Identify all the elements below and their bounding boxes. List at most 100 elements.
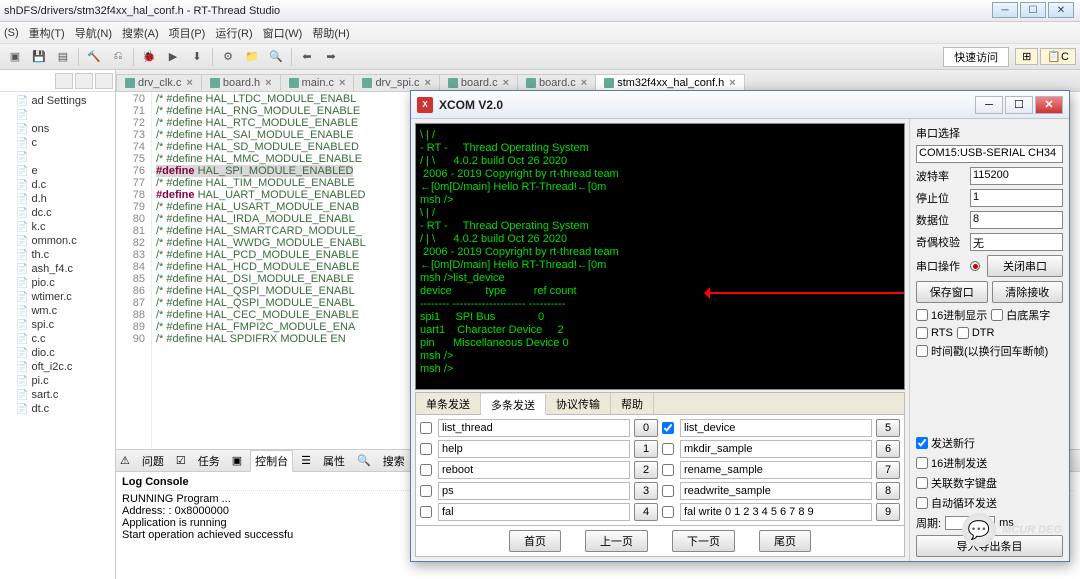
editor-tab[interactable]: main.c× <box>280 74 355 91</box>
editor-tab[interactable]: board.c× <box>517 74 596 91</box>
send-num-button[interactable]: 7 <box>876 461 900 479</box>
file-item[interactable]: ash_f4.c <box>2 262 113 276</box>
keypad-check[interactable]: 关联数字键盘 <box>916 475 1063 491</box>
file-item[interactable]: c <box>2 136 113 150</box>
save-window-button[interactable]: 保存窗口 <box>916 281 988 303</box>
row-check[interactable] <box>662 464 674 476</box>
tab-single-send[interactable]: 单条发送 <box>416 393 481 414</box>
hammer-icon[interactable]: 🔨 <box>83 47 105 67</box>
row-check[interactable] <box>662 443 674 455</box>
send-num-button[interactable]: 8 <box>876 482 900 500</box>
file-item[interactable]: pio.c <box>2 276 113 290</box>
close-tab-icon[interactable]: × <box>581 77 587 89</box>
white-bg-check[interactable]: 白底黑字 <box>991 307 1050 323</box>
file-item[interactable]: dc.c <box>2 206 113 220</box>
menu-icon[interactable] <box>95 73 113 89</box>
rts-check[interactable]: RTS <box>916 327 953 339</box>
cmd-input[interactable] <box>438 440 630 458</box>
send-num-button[interactable]: 6 <box>876 440 900 458</box>
row-check[interactable] <box>420 464 432 476</box>
xcom-maximize[interactable]: ☐ <box>1005 96 1033 114</box>
cmd-input[interactable] <box>680 482 872 500</box>
toolbar-btn[interactable]: ⬇ <box>186 47 208 67</box>
toolbar-btn[interactable]: 📁 <box>241 47 263 67</box>
page-next[interactable]: 下一页 <box>672 530 735 552</box>
file-item[interactable]: sart.c <box>2 388 113 402</box>
file-item[interactable]: dio.c <box>2 346 113 360</box>
menu-project[interactable]: 项目(P) <box>169 25 206 41</box>
tab-protocol[interactable]: 协议传输 <box>546 393 611 414</box>
tab-problems[interactable]: 问题 <box>138 451 168 471</box>
row-check[interactable] <box>420 443 432 455</box>
timestamp-check[interactable]: 时间戳(以换行回车断帧) <box>916 343 1063 359</box>
cmd-input[interactable] <box>680 461 872 479</box>
maximize-button[interactable]: ☐ <box>1020 2 1046 18</box>
row-check[interactable] <box>662 506 674 518</box>
file-item[interactable] <box>2 150 113 164</box>
file-item[interactable]: pi.c <box>2 374 113 388</box>
file-item[interactable]: spi.c <box>2 318 113 332</box>
editor-tab[interactable]: board.h× <box>201 74 281 91</box>
toolbar-btn[interactable]: ⚙ <box>217 47 239 67</box>
close-port-button[interactable]: 关闭串口 <box>987 255 1063 277</box>
row-check[interactable] <box>662 485 674 497</box>
close-tab-icon[interactable]: × <box>186 77 192 89</box>
file-item[interactable]: wtimer.c <box>2 290 113 304</box>
collapse-icon[interactable] <box>75 73 93 89</box>
tab-search[interactable]: 搜索 <box>379 451 409 471</box>
close-tab-icon[interactable]: × <box>339 77 345 89</box>
row-check[interactable] <box>420 422 432 434</box>
minimize-button[interactable]: ─ <box>992 2 1018 18</box>
row-check[interactable] <box>662 422 674 434</box>
run-icon[interactable]: ▶ <box>162 47 184 67</box>
toolbar-btn[interactable]: ▤ <box>52 47 74 67</box>
period-input[interactable] <box>945 516 995 530</box>
send-num-button[interactable]: 3 <box>634 482 658 500</box>
toolbar-btn[interactable]: ⎌ <box>107 47 129 67</box>
search-icon[interactable]: 🔍 <box>265 47 287 67</box>
row-check[interactable] <box>420 506 432 518</box>
send-num-button[interactable]: 1 <box>634 440 658 458</box>
send-num-button[interactable]: 4 <box>634 503 658 521</box>
loop-send-check[interactable]: 自动循环发送 <box>916 495 1063 511</box>
menu-s[interactable]: (S) <box>4 27 19 39</box>
back-icon[interactable]: ⬅ <box>296 47 318 67</box>
xcom-close[interactable]: ✕ <box>1035 96 1063 114</box>
stopbit-select[interactable]: 1 <box>970 189 1063 207</box>
tab-console[interactable]: 控制台 <box>250 450 293 472</box>
debug-icon[interactable]: 🐞 <box>138 47 160 67</box>
close-tab-icon[interactable]: × <box>503 77 509 89</box>
terminal-output[interactable]: \ | / - RT - Thread Operating System / |… <box>415 123 905 390</box>
file-item[interactable]: ad Settings <box>2 94 113 108</box>
quick-access[interactable]: 快速访问 <box>943 47 1009 67</box>
page-first[interactable]: 首页 <box>509 530 561 552</box>
send-num-button[interactable]: 9 <box>876 503 900 521</box>
file-item[interactable]: ommon.c <box>2 234 113 248</box>
cmd-input[interactable] <box>438 419 630 437</box>
toolbar-btn[interactable]: ▣ <box>4 47 26 67</box>
editor-tab[interactable]: drv_clk.c× <box>116 74 202 91</box>
forward-icon[interactable]: ➡ <box>320 47 342 67</box>
dtr-check[interactable]: DTR <box>957 327 995 339</box>
menu-run[interactable]: 运行(R) <box>215 25 252 41</box>
close-tab-icon[interactable]: × <box>729 77 735 89</box>
page-last[interactable]: 尾页 <box>759 530 811 552</box>
databit-select[interactable]: 8 <box>970 211 1063 229</box>
cmd-input[interactable] <box>680 503 872 521</box>
cmd-input[interactable] <box>680 419 872 437</box>
menu-window[interactable]: 窗口(W) <box>263 25 303 41</box>
close-button[interactable]: ✕ <box>1048 2 1074 18</box>
file-item[interactable]: k.c <box>2 220 113 234</box>
menu-navigate[interactable]: 导航(N) <box>75 25 112 41</box>
row-check[interactable] <box>420 485 432 497</box>
close-tab-icon[interactable]: × <box>424 77 430 89</box>
perspective-grid-icon[interactable]: ⊞ <box>1015 48 1038 65</box>
send-num-button[interactable]: 2 <box>634 461 658 479</box>
file-item[interactable]: wm.c <box>2 304 113 318</box>
send-num-button[interactable]: 0 <box>634 419 658 437</box>
save-icon[interactable]: 💾 <box>28 47 50 67</box>
file-item[interactable]: c.c <box>2 332 113 346</box>
file-item[interactable]: dt.c <box>2 402 113 416</box>
tab-tasks[interactable]: 任务 <box>194 451 224 471</box>
hex-display-check[interactable]: 16进制显示 <box>916 307 987 323</box>
